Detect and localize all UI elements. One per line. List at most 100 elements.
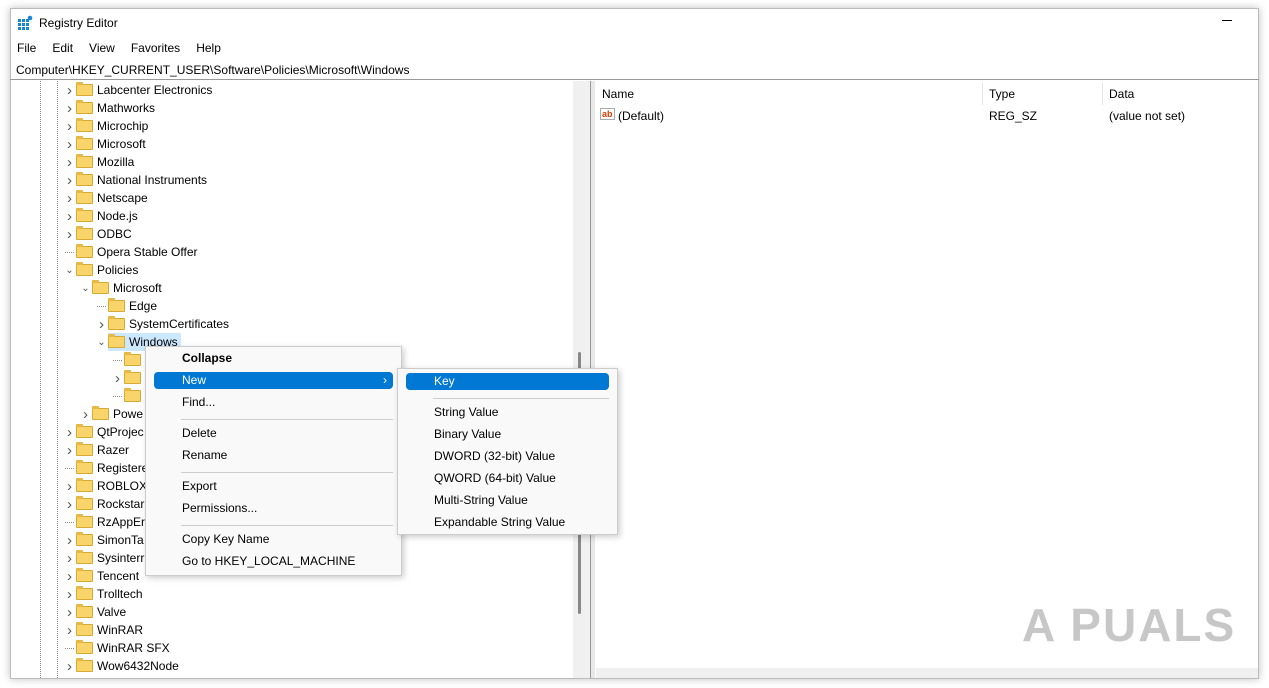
tree-item-body: Netscape (76, 189, 151, 207)
chevron-right-icon[interactable]: › (113, 370, 122, 387)
chevron-right-icon[interactable]: › (65, 154, 74, 171)
chevron-right-icon[interactable]: › (65, 226, 74, 243)
chevron-right-icon[interactable]: › (65, 442, 74, 459)
tree-item[interactable]: › SimonTa (65, 531, 147, 549)
tree-item-body: Wow6432Node (76, 657, 182, 675)
chevron-right-icon[interactable]: › (65, 172, 74, 189)
chevron-right-icon[interactable]: › (65, 190, 74, 207)
chevron-down-icon[interactable]: ⌄ (81, 283, 90, 294)
tree-item[interactable]: ⌄ Policies (65, 261, 141, 279)
menu-view[interactable]: View (89, 41, 115, 55)
tree-item-label: Trolltech (97, 587, 143, 601)
tree-item-body: Labcenter Electronics (76, 81, 215, 99)
column-header-data[interactable]: Data (1109, 87, 1134, 101)
tree-item-body: Microchip (76, 117, 151, 135)
tree-item[interactable]: Edge (97, 297, 160, 315)
menu-item-collapse[interactable]: Collapse (154, 350, 393, 367)
chevron-right-icon[interactable]: › (65, 100, 74, 117)
menu-item-string-value[interactable]: String Value (406, 404, 609, 421)
tree-item[interactable]: › Netscape (65, 189, 151, 207)
chevron-right-icon[interactable]: › (97, 316, 106, 333)
tree-item[interactable]: › WinRAR (65, 621, 146, 639)
tree-item[interactable]: Opera Stable Offer (65, 243, 201, 261)
tree-item[interactable]: › Microsoft (65, 135, 149, 153)
menu-item-qword-64-bit-value[interactable]: QWORD (64-bit) Value (406, 470, 609, 487)
chevron-right-icon[interactable]: › (65, 568, 74, 585)
chevron-right-icon[interactable]: › (65, 658, 74, 675)
tree-item[interactable]: › Mathworks (65, 99, 158, 117)
tree-item[interactable]: RzAppEr (65, 513, 148, 531)
menu-item-go-to-hkey-local-machine[interactable]: Go to HKEY_LOCAL_MACHINE (154, 553, 393, 570)
tree-item[interactable]: › QtProjec (65, 423, 147, 441)
menu-item-new[interactable]: New › (154, 372, 393, 389)
chevron-right-icon[interactable]: › (65, 586, 74, 603)
menu-item-dword-32-bit-value[interactable]: DWORD (32-bit) Value (406, 448, 609, 465)
tree-item[interactable]: › Trolltech (65, 585, 146, 603)
column-header-type[interactable]: Type (989, 87, 1015, 101)
tree-item[interactable]: WinRAR SFX (65, 639, 173, 657)
tree-item[interactable]: › Mozilla (65, 153, 137, 171)
menu-item-label: Permissions... (182, 501, 258, 515)
minimize-button[interactable] (1222, 20, 1232, 21)
menu-item-multi-string-value[interactable]: Multi-String Value (406, 492, 609, 509)
chevron-right-icon[interactable]: › (65, 208, 74, 225)
tree-item[interactable]: › ODBC (65, 225, 135, 243)
menu-item-copy-key-name[interactable]: Copy Key Name (154, 531, 393, 548)
column-header-name[interactable]: Name (602, 87, 634, 101)
tree-item[interactable] (113, 387, 148, 405)
menu-file[interactable]: File (17, 41, 36, 55)
tree-item[interactable]: ⌄ Microsoft (81, 279, 165, 297)
chevron-right-icon[interactable]: › (65, 424, 74, 441)
values-scrollbar[interactable] (596, 668, 1258, 678)
tree-item[interactable]: › Labcenter Electronics (65, 81, 215, 99)
menu-item-binary-value[interactable]: Binary Value (406, 426, 609, 443)
menu-item-expandable-string-value[interactable]: Expandable String Value (406, 514, 609, 531)
tree-item[interactable]: › Razer (65, 441, 132, 459)
tree-item[interactable]: › Node.js (65, 207, 141, 225)
chevron-right-icon[interactable]: › (65, 118, 74, 135)
menu-favorites[interactable]: Favorites (131, 41, 180, 55)
tree-item[interactable]: › Powe (81, 405, 146, 423)
tree-item[interactable]: › ROBLOX (65, 477, 150, 495)
tree-item[interactable]: › National Instruments (65, 171, 210, 189)
tree-connector (97, 305, 106, 307)
chevron-down-icon[interactable]: ⌄ (65, 265, 74, 276)
window-title: Registry Editor (39, 16, 118, 30)
tree-item[interactable] (113, 351, 148, 369)
tree-item[interactable]: › (113, 369, 148, 387)
tree-item-body: SimonTa (76, 531, 147, 549)
chevron-right-icon[interactable]: › (65, 532, 74, 549)
chevron-right-icon[interactable]: › (65, 82, 74, 99)
tree-item[interactable]: Registere (65, 459, 151, 477)
column-divider[interactable] (1102, 83, 1103, 105)
chevron-right-icon[interactable]: › (65, 622, 74, 639)
tree-item[interactable]: › Microchip (65, 117, 151, 135)
tree-item[interactable]: › Valve (65, 603, 129, 621)
folder-icon (76, 568, 93, 582)
address-bar[interactable]: Computer\HKEY_CURRENT_USER\Software\Poli… (10, 60, 1259, 80)
chevron-right-icon[interactable]: › (81, 406, 90, 423)
folder-icon (76, 550, 93, 564)
tree-item-label: Opera Stable Offer (97, 245, 198, 259)
chevron-right-icon[interactable]: › (65, 136, 74, 153)
chevron-right-icon[interactable]: › (65, 496, 74, 513)
tree-item[interactable]: › Wow6432Node (65, 657, 182, 675)
chevron-right-icon[interactable]: › (65, 604, 74, 621)
menu-item-rename[interactable]: Rename (154, 447, 393, 464)
chevron-right-icon[interactable]: › (65, 478, 74, 495)
chevron-right-icon[interactable]: › (65, 550, 74, 567)
menu-item-export[interactable]: Export (154, 478, 393, 495)
menu-help[interactable]: Help (196, 41, 221, 55)
chevron-down-icon[interactable]: ⌄ (97, 337, 106, 348)
menu-item-permissions[interactable]: Permissions... (154, 500, 393, 517)
menu-item-delete[interactable]: Delete (154, 425, 393, 442)
tree-item[interactable]: › SystemCertificates (97, 315, 232, 333)
column-divider[interactable] (982, 83, 983, 105)
tree-item[interactable]: › Sysinterr (65, 549, 147, 567)
menu-item-key[interactable]: Key (406, 373, 609, 390)
tree-item-label: Node.js (97, 209, 138, 223)
menu-item-find[interactable]: Find... (154, 394, 393, 411)
tree-item[interactable]: › Rockstar (65, 495, 147, 513)
menu-edit[interactable]: Edit (52, 41, 73, 55)
tree-item[interactable]: › Tencent (65, 567, 142, 585)
